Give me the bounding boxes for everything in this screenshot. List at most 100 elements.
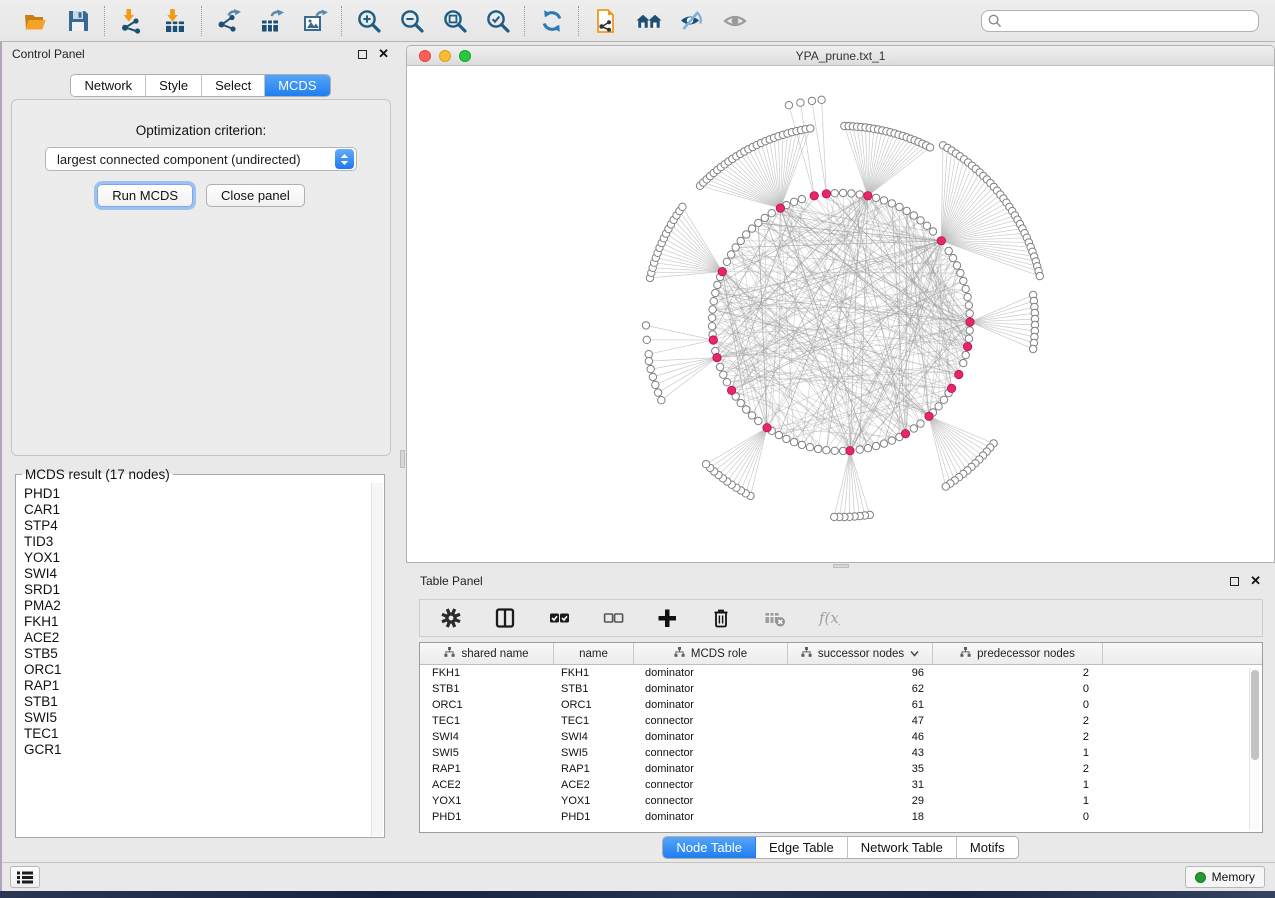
open-session-icon[interactable] (21, 7, 48, 34)
zoom-fit-icon[interactable] (441, 7, 468, 34)
mcds-result-item[interactable]: TEC1 (24, 726, 384, 742)
table-row[interactable]: PHD1PHD1dominator180 (420, 809, 1262, 825)
table-cell: ACE2 (420, 777, 554, 793)
tab-network-table[interactable]: Network Table (848, 837, 957, 858)
table-row[interactable]: SWI4SWI4dominator462 (420, 729, 1262, 745)
splitter-grip[interactable] (400, 450, 405, 468)
column-header-name[interactable]: name (554, 643, 634, 664)
tab-mcds[interactable]: MCDS (265, 75, 329, 96)
tab-style[interactable]: Style (146, 75, 202, 96)
run-mcds-button[interactable]: Run MCDS (97, 184, 193, 207)
network-graph[interactable] (407, 66, 1275, 563)
task-history-button[interactable] (10, 866, 40, 888)
tab-motifs[interactable]: Motifs (957, 837, 1018, 858)
column-header-MCDS-role[interactable]: MCDS role (634, 643, 788, 664)
float-panel-icon[interactable] (358, 50, 367, 59)
export-network-icon[interactable] (215, 7, 242, 34)
table-cell: SWI5 (420, 745, 554, 761)
zoom-in-icon[interactable] (355, 7, 382, 34)
mcds-result-item[interactable]: TID3 (24, 534, 384, 550)
export-table-icon[interactable] (258, 7, 285, 34)
mcds-result-item[interactable]: STB1 (24, 694, 384, 710)
table-cell: 2 (933, 729, 1103, 745)
mcds-result-item[interactable]: GCR1 (24, 742, 384, 758)
mcds-result-item[interactable]: ORC1 (24, 662, 384, 678)
splitter-grip-h[interactable] (833, 564, 849, 568)
search-input[interactable] (981, 10, 1259, 32)
network-window: YPA_prune.txt_1 (406, 45, 1275, 563)
close-panel-button[interactable]: Close panel (206, 184, 305, 207)
table-panel: Table Panel ✕ f(x) shared namenameMCDS r… (406, 569, 1275, 862)
column-label: MCDS role (691, 648, 747, 660)
table-cell: 43 (788, 745, 933, 761)
window-close-icon[interactable] (419, 50, 431, 62)
table-settings-icon[interactable] (437, 605, 464, 632)
zoom-out-icon[interactable] (398, 7, 425, 34)
delete-row-icon[interactable] (707, 605, 734, 632)
home-network-icon[interactable] (635, 7, 662, 34)
mcds-result-item[interactable]: FKH1 (24, 614, 384, 630)
desktop-edge-left (0, 42, 2, 891)
mcds-result-item[interactable]: STP4 (24, 518, 384, 534)
float-table-panel-icon[interactable] (1230, 577, 1239, 586)
mcds-result-item[interactable]: CAR1 (24, 502, 384, 518)
window-zoom-icon[interactable] (459, 50, 471, 62)
add-row-icon[interactable] (653, 605, 680, 632)
mcds-result-item[interactable]: SRD1 (24, 582, 384, 598)
mcds-result-item[interactable]: RAP1 (24, 678, 384, 694)
close-panel-icon[interactable]: ✕ (378, 49, 389, 59)
table-row[interactable]: YOX1YOX1connector291 (420, 793, 1262, 809)
table-row[interactable]: ORC1ORC1dominator610 (420, 697, 1262, 713)
select-all-icon[interactable] (545, 605, 572, 632)
mcds-result-item[interactable]: STB5 (24, 646, 384, 662)
window-minimize-icon[interactable] (439, 50, 451, 62)
mcds-result-item[interactable]: PMA2 (24, 598, 384, 614)
table-row[interactable]: SWI5SWI5connector431 (420, 745, 1262, 761)
table-scrollbar[interactable] (1249, 668, 1260, 829)
table-row[interactable]: STB1STB1dominator620 (420, 681, 1262, 697)
tab-network[interactable]: Network (71, 75, 146, 96)
table-cell: 1 (933, 745, 1103, 761)
show-columns-icon[interactable] (491, 605, 518, 632)
tab-select[interactable]: Select (202, 75, 265, 96)
tree-hierarchy-icon (674, 647, 685, 660)
table-row[interactable]: ACE2ACE2connector311 (420, 777, 1262, 793)
table-panel-titlebar: Table Panel ✕ (406, 569, 1275, 593)
mcds-result-item[interactable]: SWI5 (24, 710, 384, 726)
mcds-result-item[interactable]: SWI4 (24, 566, 384, 582)
column-header-shared-name[interactable]: shared name (420, 643, 554, 664)
export-image-icon[interactable] (301, 7, 328, 34)
zoom-selected-icon[interactable] (484, 7, 511, 34)
deselect-all-icon[interactable] (599, 605, 626, 632)
vertical-splitter[interactable] (399, 42, 406, 862)
mcds-result-item[interactable]: YOX1 (24, 550, 384, 566)
close-table-panel-icon[interactable]: ✕ (1250, 576, 1261, 586)
table-cell: SWI4 (420, 729, 554, 745)
table-scrollbar-thumb[interactable] (1251, 670, 1259, 760)
table-row[interactable]: RAP1RAP1dominator352 (420, 761, 1262, 777)
column-header-predecessor-nodes[interactable]: predecessor nodes (933, 643, 1103, 664)
refresh-icon[interactable] (538, 7, 565, 34)
table-cell: RAP1 (420, 761, 554, 777)
save-session-icon[interactable] (64, 7, 91, 34)
column-header-successor-nodes[interactable]: successor nodes (788, 643, 933, 664)
import-network-icon[interactable] (118, 7, 145, 34)
task-list-icon (17, 871, 33, 884)
mcds-list-scrollbar[interactable] (371, 483, 383, 836)
import-table-icon[interactable] (161, 7, 188, 34)
control-panel-titlebar: Control Panel ✕ (2, 42, 399, 66)
criterion-select[interactable]: largest connected component (undirected) (45, 147, 357, 171)
show-all-icon[interactable] (721, 7, 748, 34)
tab-node-table[interactable]: Node Table (663, 837, 756, 858)
hide-selected-icon[interactable] (678, 7, 705, 34)
memory-button[interactable]: Memory (1185, 866, 1265, 888)
mcds-result-item[interactable]: ACE2 (24, 630, 384, 646)
table-row[interactable]: TEC1TEC1connector472 (420, 713, 1262, 729)
mcds-result-item[interactable]: PHD1 (24, 486, 384, 502)
tab-edge-table[interactable]: Edge Table (756, 837, 848, 858)
share-document-icon[interactable] (592, 7, 619, 34)
search-icon (988, 14, 1002, 28)
table-row[interactable]: FKH1FKH1dominator962 (420, 665, 1262, 681)
table-cell: YOX1 (554, 793, 634, 809)
desktop-edge-bottom (0, 891, 1275, 898)
